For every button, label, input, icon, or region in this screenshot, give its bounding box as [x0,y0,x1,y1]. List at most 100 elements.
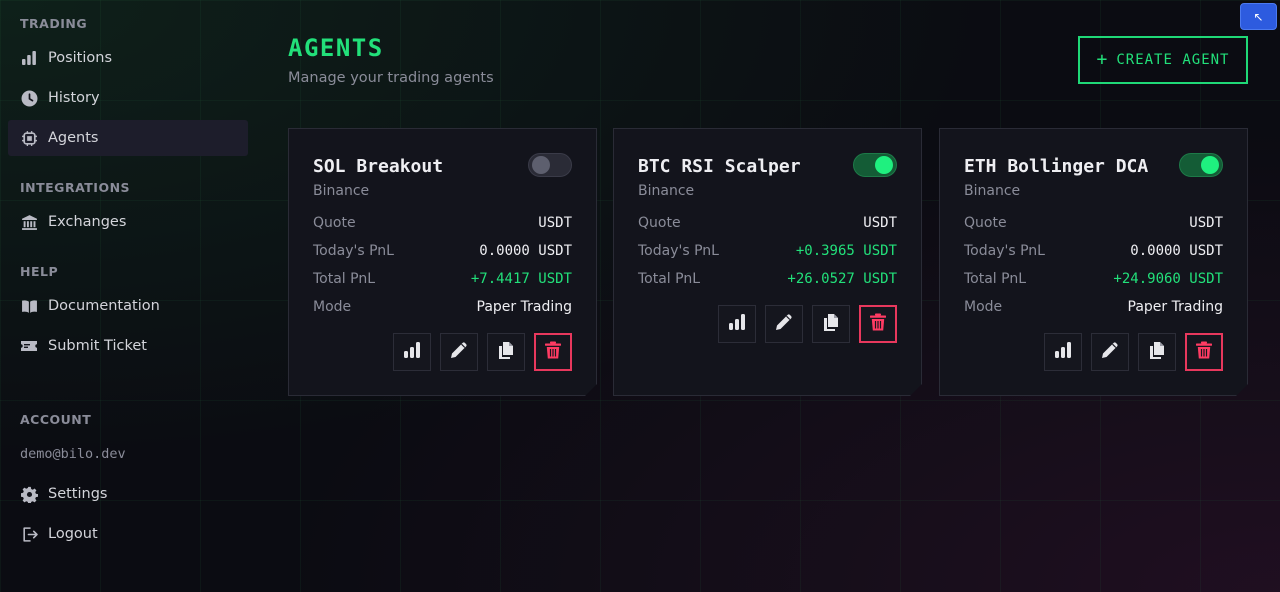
nav-settings[interactable]: Settings [8,476,248,512]
plus-icon: + [1096,49,1109,70]
mode-row: Mode Paper Trading [964,297,1223,317]
bar-chart-icon [20,49,38,67]
account-email: demo@bilo.dev [20,446,126,462]
agent-actions [393,333,572,371]
agent-exchange: Binance [313,183,370,199]
agent-enable-toggle[interactable] [853,153,897,177]
quote-label: Quote [313,215,356,231]
nav-exchanges-label: Exchanges [48,214,127,230]
ticket-icon [20,337,38,355]
edit-button[interactable] [1091,333,1129,371]
todays-pnl-label: Today's PnL [964,243,1045,259]
page-subtitle: Manage your trading agents [288,70,494,86]
nav-submit-ticket-label: Submit Ticket [48,338,147,354]
total-pnl-label: Total PnL [313,271,376,287]
duplicate-button[interactable] [812,305,850,343]
delete-button[interactable] [859,305,897,343]
quote-value: USDT [538,215,572,231]
nav-exchanges[interactable]: Exchanges [8,204,248,240]
total-pnl-value: +7.4417 USDT [470,271,572,287]
total-pnl-row: Total PnL +7.4417 USDT [313,269,572,289]
nav-agents[interactable]: Agents [8,120,248,156]
bar-chart-icon [1053,340,1073,364]
todays-pnl-value: +0.3965 USDT [795,243,897,259]
quote-label: Quote [638,215,681,231]
trash-icon [1194,340,1214,364]
quote-row: Quote USDT [313,213,572,233]
copy-icon [496,340,516,364]
stats-button[interactable] [1044,333,1082,371]
clock-icon [20,89,38,107]
mode-value: Paper Trading [476,299,572,315]
agent-enable-toggle[interactable] [528,153,572,177]
agent-name: BTC RSI Scalper [638,156,801,177]
toggle-knob [875,156,893,174]
stats-button[interactable] [393,333,431,371]
nav-logout[interactable]: Logout [8,516,248,552]
agent-actions [718,305,897,343]
create-agent-label: CREATE AGENT [1116,52,1230,68]
copy-icon [821,312,841,336]
logout-icon [20,525,38,543]
agent-name: SOL Breakout [313,156,444,177]
agent-exchange: Binance [638,183,695,199]
nav-settings-label: Settings [48,486,108,502]
duplicate-button[interactable] [1138,333,1176,371]
todays-pnl-value: 0.0000 USDT [479,243,572,259]
delete-button[interactable] [534,333,572,371]
arrow-up-left-icon: ↖ [1253,9,1264,24]
total-pnl-row: Total PnL +24.9060 USDT [964,269,1223,289]
trash-icon [868,312,888,336]
todays-pnl-label: Today's PnL [313,243,394,259]
total-pnl-label: Total PnL [638,271,701,287]
total-pnl-value: +26.0527 USDT [787,271,897,287]
section-label-trading: TRADING [20,16,88,31]
mode-label: Mode [313,299,352,315]
quote-label: Quote [964,215,1007,231]
edit-button[interactable] [765,305,803,343]
nav-submit-ticket[interactable]: Submit Ticket [8,328,248,364]
sidebar: TRADING Positions History Agents INTEGRA… [0,0,256,592]
corner-arrow-button[interactable]: ↖ [1240,3,1277,30]
quote-row: Quote USDT [638,213,897,233]
agent-card: SOL Breakout Binance Quote USDT Today's … [288,128,597,396]
delete-button[interactable] [1185,333,1223,371]
book-icon [20,297,38,315]
create-agent-button[interactable]: + CREATE AGENT [1078,36,1248,84]
mode-value: Paper Trading [1127,299,1223,315]
mode-label: Mode [964,299,1003,315]
agent-enable-toggle[interactable] [1179,153,1223,177]
agent-exchange: Binance [964,183,1021,199]
nav-history-label: History [48,90,100,106]
total-pnl-row: Total PnL +26.0527 USDT [638,269,897,289]
agent-card: BTC RSI Scalper Binance Quote USDT Today… [613,128,922,396]
agent-actions [1044,333,1223,371]
trash-icon [543,340,563,364]
nav-logout-label: Logout [48,526,98,542]
duplicate-button[interactable] [487,333,525,371]
stats-button[interactable] [718,305,756,343]
pencil-icon [1100,340,1120,364]
section-label-integrations: INTEGRATIONS [20,180,131,195]
bar-chart-icon [402,340,422,364]
copy-icon [1147,340,1167,364]
total-pnl-label: Total PnL [964,271,1027,287]
nav-documentation-label: Documentation [48,298,160,314]
section-label-help: HELP [20,264,59,279]
quote-value: USDT [863,215,897,231]
page-title: AGENTS [288,34,384,62]
section-label-account: ACCOUNT [20,412,92,427]
total-pnl-value: +24.9060 USDT [1113,271,1223,287]
toggle-knob [532,156,550,174]
pencil-icon [449,340,469,364]
todays-pnl-row: Today's PnL +0.3965 USDT [638,241,897,261]
todays-pnl-value: 0.0000 USDT [1130,243,1223,259]
edit-button[interactable] [440,333,478,371]
todays-pnl-label: Today's PnL [638,243,719,259]
nav-history[interactable]: History [8,80,248,116]
nav-documentation[interactable]: Documentation [8,288,248,324]
toggle-knob [1201,156,1219,174]
gear-icon [20,485,38,503]
bank-icon [20,213,38,231]
nav-positions[interactable]: Positions [8,40,248,76]
